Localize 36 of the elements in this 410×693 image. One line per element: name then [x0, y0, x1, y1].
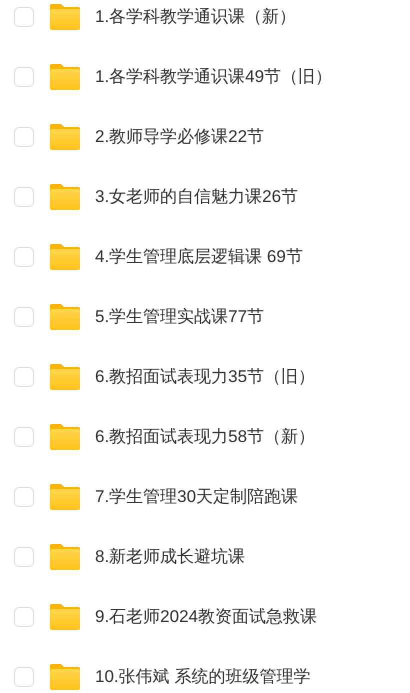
checkbox[interactable] [14, 367, 34, 387]
folder-name[interactable]: 4.学生管理底层逻辑课 69节 [95, 244, 303, 270]
folder-name[interactable]: 2.教师导学必修课22节 [95, 124, 264, 150]
checkbox[interactable] [14, 127, 34, 147]
folder-icon [50, 124, 80, 150]
folder-icon [50, 424, 80, 450]
folder-name[interactable]: 1.各学科教学通识课49节（旧） [95, 64, 332, 90]
folder-name[interactable]: 8.新老师成长避坑课 [95, 544, 246, 570]
folder-name[interactable]: 10.张伟斌 系统的班级管理学 [95, 664, 310, 690]
folder-name[interactable]: 5.学生管理实战课77节 [95, 304, 264, 330]
checkbox[interactable] [14, 547, 34, 567]
folder-icon [50, 484, 80, 510]
checkbox[interactable] [14, 67, 34, 87]
folder-icon [50, 64, 80, 90]
folder-name[interactable]: 7.学生管理30天定制陪跑课 [95, 484, 298, 510]
folder-icon [50, 304, 80, 330]
folder-icon [50, 184, 80, 210]
folder-name[interactable]: 1.各学科教学通识课（新） [95, 4, 296, 30]
folder-icon [50, 544, 80, 570]
checkbox[interactable] [14, 247, 34, 267]
checkbox[interactable] [14, 607, 34, 627]
folder-icon [50, 664, 80, 690]
folder-name[interactable]: 3.女老师的自信魅力课26节 [95, 184, 298, 210]
folder-name[interactable]: 6.教招面试表现力58节（新） [95, 424, 316, 450]
checkbox[interactable] [14, 307, 34, 327]
folder-icon [50, 4, 80, 30]
checkbox[interactable] [14, 667, 34, 687]
folder-name[interactable]: 9.石老师2024教资面试急救课 [95, 604, 317, 630]
folder-name[interactable]: 6.教招面试表现力35节（旧） [95, 364, 316, 390]
folder-icon [50, 364, 80, 390]
folder-icon [50, 604, 80, 630]
checkbox[interactable] [14, 7, 34, 27]
folder-icon [50, 244, 80, 270]
checkbox[interactable] [14, 187, 34, 207]
checkbox[interactable] [14, 427, 34, 447]
checkbox[interactable] [14, 487, 34, 507]
